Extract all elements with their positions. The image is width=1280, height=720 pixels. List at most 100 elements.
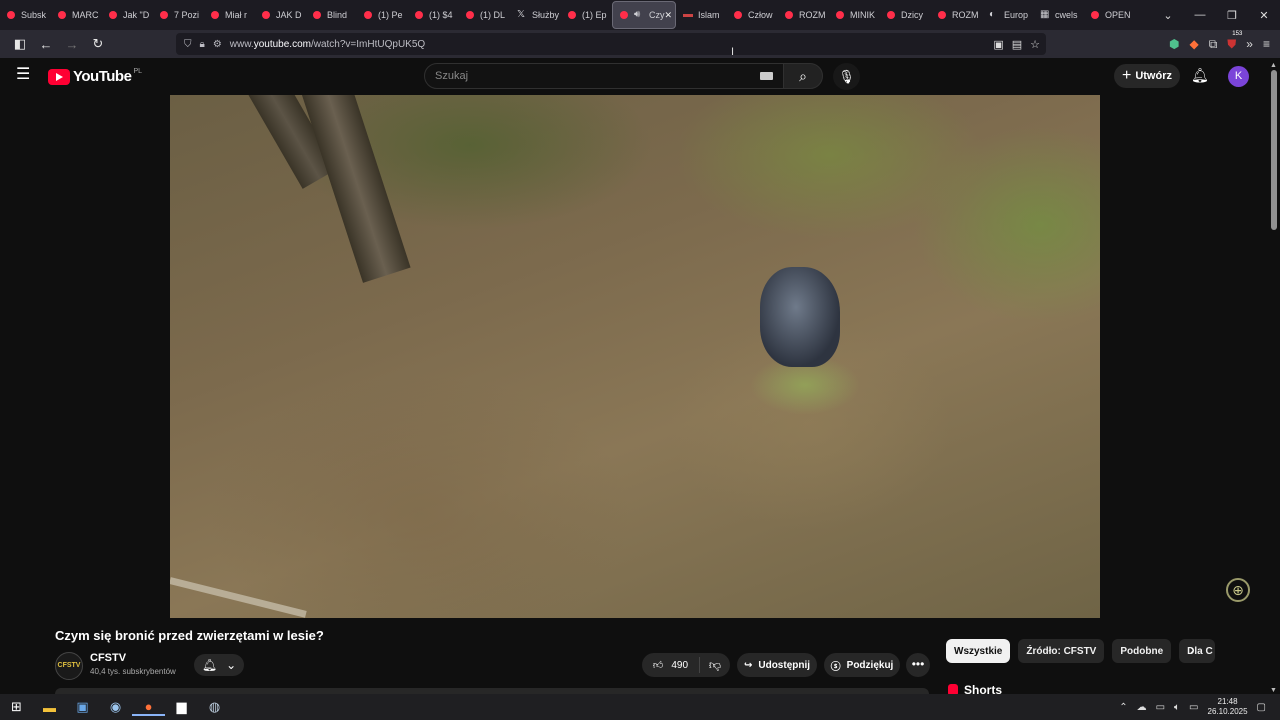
chip-source[interactable]: Źródło: CFSTV	[1018, 639, 1105, 663]
bookmark-star-icon[interactable]: ☆	[1030, 38, 1040, 51]
scroll-down-icon[interactable]: ▼	[1270, 687, 1277, 694]
notifications-bell-icon[interactable]: 🔔︎	[1191, 67, 1209, 84]
scrollbar-thumb[interactable]	[1271, 70, 1277, 230]
browser-tab[interactable]: MARC	[51, 1, 102, 29]
keyboard-icon[interactable]	[760, 72, 773, 80]
extensions-icon[interactable]: ⧉	[1209, 37, 1218, 52]
chip-all[interactable]: Wszystkie	[946, 639, 1011, 663]
browser-tab[interactable]: Blind	[306, 1, 357, 29]
browser-tab[interactable]: 7 Pozi	[153, 1, 204, 29]
youtube-favicon-icon	[364, 11, 372, 19]
browser-tab[interactable]: Jak "D	[102, 1, 153, 29]
browser-tab[interactable]: Miał r	[204, 1, 255, 29]
browser-tab[interactable]: Człow	[727, 1, 778, 29]
steam-icon[interactable]: ◉	[99, 699, 132, 715]
browser-tab[interactable]: (1) Ep	[561, 1, 612, 29]
browser-tab[interactable]: (1) DL	[459, 1, 510, 29]
youtube-favicon-icon	[313, 11, 321, 19]
browser-tab[interactable]: MINIK	[829, 1, 880, 29]
display-icon[interactable]: ▭	[1189, 702, 1198, 713]
lock-icon[interactable]: 🔒︎	[200, 39, 205, 50]
cloud-icon[interactable]: ☁	[1137, 702, 1147, 713]
notion-icon[interactable]: ▆	[165, 699, 198, 715]
menu-icon[interactable]: ≡	[1263, 37, 1270, 51]
search-placeholder: Szukaj	[435, 70, 469, 82]
subscribed-notifications-button[interactable]: 🔔︎ ⌄	[194, 654, 244, 676]
tray-chevron-up-icon[interactable]: ⌃	[1119, 702, 1127, 713]
youtube-logo[interactable]: YouTube PL	[48, 68, 142, 85]
url-text[interactable]: www.youtube.com/watch?v=ImHtUQpUK5Q	[230, 39, 425, 50]
browser-tab[interactable]: ROZM	[931, 1, 982, 29]
clock[interactable]: 21:48 26.10.2025	[1208, 697, 1248, 717]
address-bar[interactable]: ⛉ 🔒︎ ⚙ www.youtube.com/watch?v=ImHtUQpUK…	[176, 33, 1046, 55]
channel-name[interactable]: CFSTV	[90, 652, 126, 664]
browser-tab[interactable]: ◐ Europ	[982, 1, 1033, 29]
overflow-chevron-icon[interactable]: »	[1246, 37, 1253, 51]
browser-tab[interactable]: 🔊︎ Czy ✕	[612, 1, 676, 29]
close-tab-icon[interactable]: ✕	[665, 10, 673, 21]
forward-button[interactable]: →	[60, 37, 84, 52]
restore-icon[interactable]: ❐	[1216, 9, 1248, 22]
chevron-right-icon[interactable]: ›	[1190, 641, 1195, 657]
chip-related[interactable]: Podobne	[1112, 639, 1172, 663]
pip-icon[interactable]: ▣	[993, 38, 1003, 51]
country-code: PL	[133, 68, 142, 75]
like-count: 490	[671, 659, 689, 671]
volume-icon[interactable]: 🔈︎	[1174, 702, 1180, 713]
search-button[interactable]: ⌕	[783, 63, 823, 89]
voice-search-button[interactable]: 🎙︎	[833, 63, 860, 90]
guide-menu-icon[interactable]: ☰	[16, 67, 32, 83]
audio-playing-icon[interactable]: 🔊︎	[634, 10, 644, 20]
network-icon[interactable]: ▭	[1156, 702, 1165, 713]
channel-avatar[interactable]: CFSTV	[55, 652, 83, 680]
bell-icon: 🔔︎	[201, 658, 218, 672]
shield-icon[interactable]: ⛉	[184, 39, 192, 50]
reader-icon[interactable]: ▤	[1012, 38, 1022, 51]
browser-tab[interactable]: (1) $4	[408, 1, 459, 29]
browser-tab-label: Islam	[698, 10, 720, 20]
firefox-icon[interactable]: ●	[132, 699, 165, 716]
back-button[interactable]: ←	[34, 37, 58, 52]
browser-tab[interactable]: Subsk	[0, 1, 51, 29]
permissions-icon[interactable]: ⚙	[213, 39, 222, 50]
ublock-icon[interactable]: ⛊ 153	[1227, 31, 1242, 52]
more-actions-button[interactable]: •••	[906, 653, 930, 677]
file-explorer-icon[interactable]: ▬	[33, 700, 66, 715]
reload-button[interactable]: ↻	[86, 36, 110, 52]
avatar[interactable]: K	[1228, 66, 1249, 87]
video-player[interactable]	[170, 95, 1100, 618]
app-globe-icon[interactable]: ◍	[198, 699, 231, 715]
create-button[interactable]: + Utwórz	[1114, 64, 1180, 88]
system-app-icon[interactable]: ▣	[66, 699, 99, 715]
tab-list-chevron-icon[interactable]: ⌄	[1152, 9, 1184, 22]
browser-tab[interactable]: ▦ cwels	[1033, 1, 1084, 29]
browser-tab[interactable]: Dzicy	[880, 1, 931, 29]
browser-tab-label: MARC	[72, 10, 99, 20]
scroll-up-icon[interactable]: ▲	[1270, 62, 1277, 69]
sidebar-toggle-icon[interactable]: ◧	[8, 36, 32, 52]
browser-tab[interactable]: ROZM	[778, 1, 829, 29]
browser-tab[interactable]: (1) Pe	[357, 1, 408, 29]
thanks-button[interactable]: ⓢ Podziękuj	[824, 653, 900, 677]
browser-tab[interactable]: ▬ Islam	[676, 1, 727, 29]
dislike-button[interactable]: 👎︎	[700, 658, 730, 673]
search-input[interactable]: Szukaj	[424, 63, 784, 89]
browser-tab[interactable]: 𝕏 Służby	[510, 1, 561, 29]
extension-fox-icon[interactable]: ◆	[1189, 37, 1198, 51]
windows-start-icon[interactable]: ⊞	[0, 699, 33, 715]
browser-tab[interactable]: OPEN	[1084, 1, 1135, 29]
vpn-icon[interactable]: ⬢	[1169, 37, 1179, 51]
notification-center-icon[interactable]: ▢	[1257, 702, 1266, 713]
browser-tab-label: ROZM	[799, 10, 826, 20]
share-button[interactable]: ↪ Udostępnij	[737, 653, 817, 677]
like-button[interactable]: 👍︎ 490	[642, 657, 700, 673]
browser-tab[interactable]: JAK D	[255, 1, 306, 29]
chip-for-you[interactable]: Dla C	[1179, 639, 1216, 663]
page-scrollbar[interactable]: ▲ ▼	[1268, 62, 1280, 694]
channel-watermark-icon[interactable]: ⊕	[1226, 578, 1250, 602]
create-label: Utwórz	[1135, 70, 1172, 82]
system-tray: ⌃ ☁ ▭ 🔈︎ ▭ 21:48 26.10.2025 ▢	[1119, 694, 1266, 720]
close-window-icon[interactable]: ✕	[1248, 9, 1280, 22]
thanks-label: Podziękuj	[846, 659, 894, 671]
minimize-icon[interactable]: —	[1184, 9, 1216, 22]
